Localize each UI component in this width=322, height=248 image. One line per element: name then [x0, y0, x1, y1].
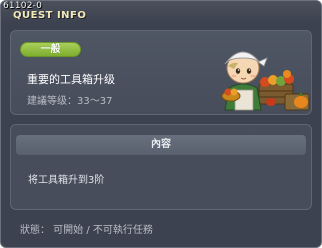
quest-summary-panel: 一般 重要的工具箱升级 建議等级：33～37	[10, 30, 312, 115]
title-bar[interactable]: QUEST INFO	[1, 1, 321, 23]
content-description: 将工具箱升到3阶	[28, 175, 105, 186]
quest-name: 重要的工具箱升级	[27, 73, 115, 86]
quest-status: 狀態： 可開始 / 不可執行任務	[20, 225, 153, 236]
category-badge: 一般	[20, 42, 81, 57]
npc-portrait-icon	[221, 51, 310, 111]
quest-content-panel: 內容 将工具箱升到3阶	[10, 124, 312, 210]
recommended-level: 建議等级：33～37	[27, 96, 113, 107]
quest-info-window: QUEST INFO 61102-0 一般 重要的工具箱升级 建議等级：33～3…	[0, 0, 322, 248]
content-header: 內容	[16, 135, 306, 155]
window-title: QUEST INFO	[13, 10, 87, 21]
quest-id: 61102-0	[3, 1, 43, 11]
